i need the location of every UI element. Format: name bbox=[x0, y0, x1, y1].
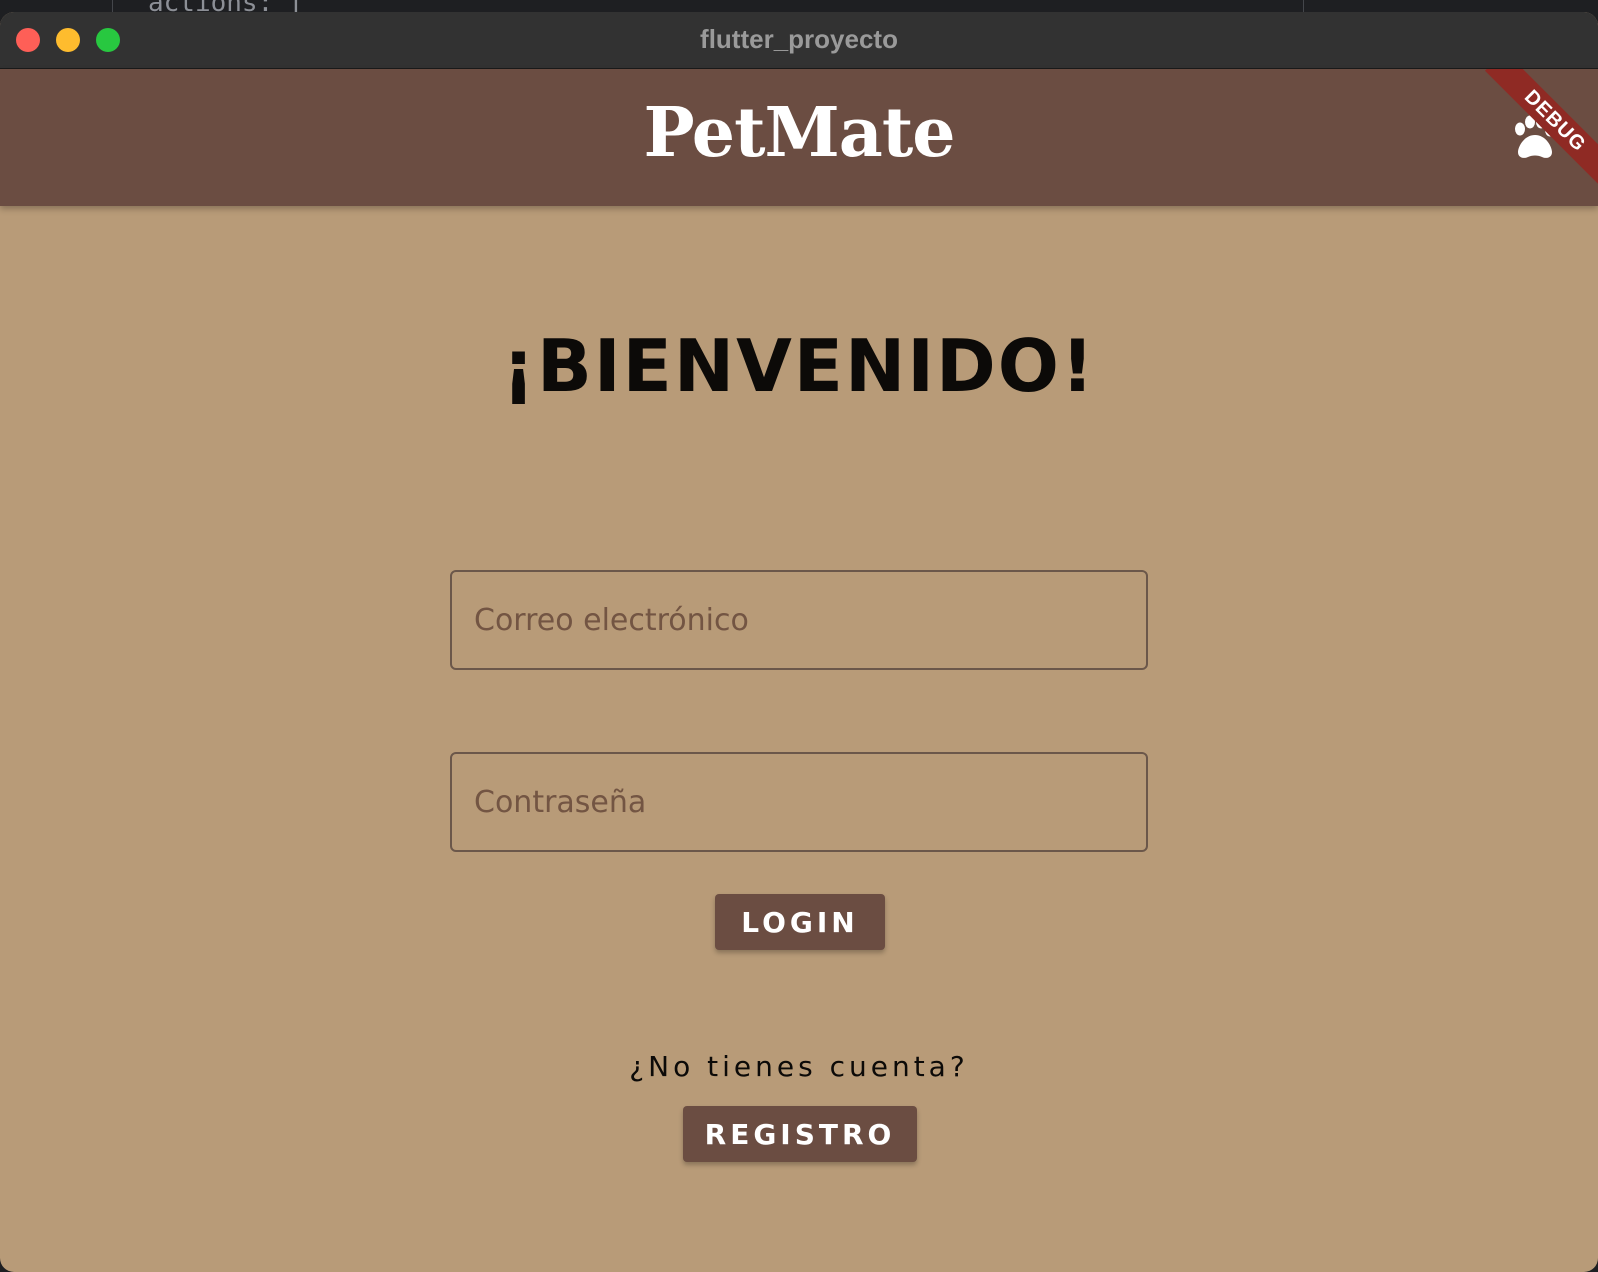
email-field[interactable] bbox=[450, 570, 1148, 670]
app-window: flutter_proyecto PetMate DEBUG ¡BIENVENI… bbox=[0, 12, 1598, 1272]
login-button[interactable]: LOGIN bbox=[715, 894, 885, 950]
app-bar: PetMate DEBUG bbox=[0, 69, 1598, 206]
no-account-text: ¿No tienes cuenta? bbox=[629, 1050, 969, 1083]
welcome-heading: ¡BIENVENIDO! bbox=[502, 324, 1096, 408]
window-titlebar: flutter_proyecto bbox=[0, 12, 1598, 69]
login-screen: ¡BIENVENIDO! LOGIN ¿No tienes cuenta? RE… bbox=[0, 206, 1598, 1272]
password-field[interactable] bbox=[450, 752, 1148, 852]
app-title: PetMate bbox=[643, 93, 956, 173]
window-title: flutter_proyecto bbox=[700, 24, 898, 54]
register-button[interactable]: REGISTRO bbox=[683, 1106, 917, 1162]
